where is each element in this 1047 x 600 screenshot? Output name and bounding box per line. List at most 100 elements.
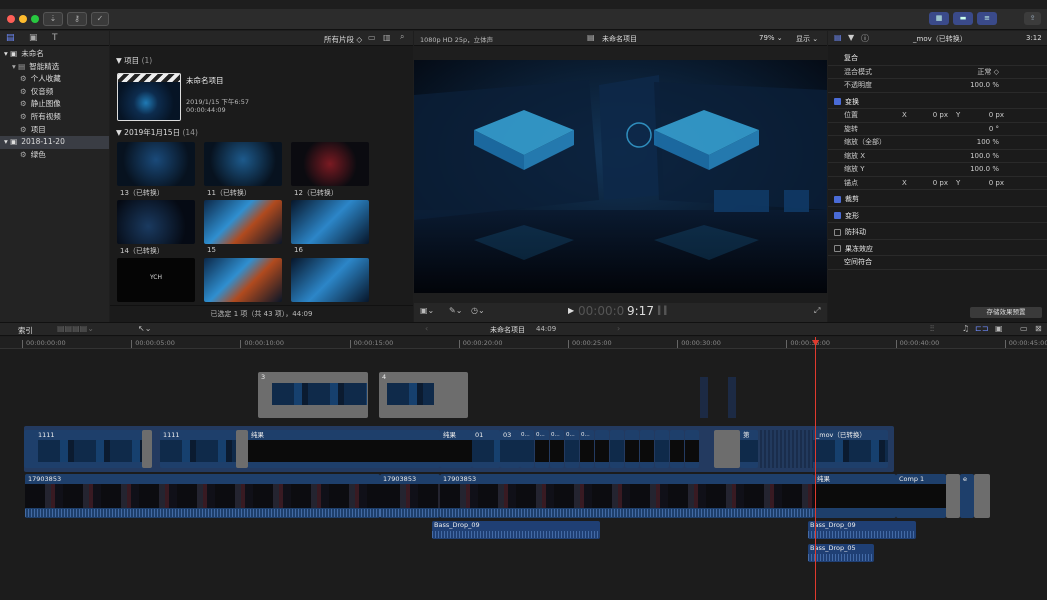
clip-appearance-icon[interactable]: ▤▤▤▤⌄ bbox=[57, 324, 94, 333]
connected-clip-thin[interactable] bbox=[700, 377, 708, 418]
search-icon[interactable]: ⌕ bbox=[400, 32, 404, 42]
snapping-icon[interactable]: ⊏⊐ bbox=[975, 324, 988, 333]
select-tool-icon[interactable]: ↖⌄ bbox=[138, 324, 151, 333]
browser-toggle-icon[interactable]: ▦ bbox=[929, 12, 949, 25]
storyline-clip[interactable] bbox=[670, 430, 684, 468]
sidebar-item[interactable]: ⚙ 项目 bbox=[0, 124, 109, 137]
audio-clip[interactable]: Bass_Drop_05 bbox=[808, 544, 874, 562]
inspector-section[interactable]: 裁剪 bbox=[828, 193, 1047, 207]
storyline-clip[interactable]: 1111 bbox=[24, 430, 152, 468]
inspector-toggle-icon[interactable]: ≡ bbox=[977, 12, 997, 25]
close-window-button[interactable] bbox=[7, 15, 15, 23]
storyline-clip[interactable]: 纯果 bbox=[440, 430, 472, 468]
storyline-clip[interactable] bbox=[595, 430, 609, 468]
sidebar-item[interactable]: ▾ ▣ 2018-11-20 bbox=[0, 136, 109, 149]
sidebar-item[interactable]: ▾ ▤ 智能精选 bbox=[0, 61, 109, 74]
storyline-clip[interactable]: 03 bbox=[500, 430, 520, 468]
inspector-section[interactable]: 变换 bbox=[828, 96, 1047, 109]
section-date-header[interactable]: ▼ 2019年1月15日 (14) bbox=[116, 127, 198, 138]
clip-thumbnail[interactable] bbox=[117, 142, 195, 186]
param-value[interactable]: 100.0 % bbox=[970, 150, 999, 164]
primary-clip[interactable]: 纯果 bbox=[814, 474, 896, 518]
storyline-clip[interactable] bbox=[655, 430, 669, 468]
inspector-section[interactable]: 果冻效应 bbox=[828, 243, 1047, 256]
sidebar-item[interactable]: ⚙ 所有视频 bbox=[0, 111, 109, 124]
share-icon[interactable]: ⇪ bbox=[1024, 12, 1041, 25]
checkbox[interactable] bbox=[834, 212, 841, 219]
inspector-param[interactable]: 混合模式 正常 ◇ bbox=[828, 66, 1047, 80]
audio-skimming-icon[interactable]: ⫶⫶ bbox=[930, 324, 934, 334]
import-icon[interactable]: ⇣ bbox=[43, 12, 63, 26]
timeline[interactable]: 00:00:00:00 00:00:05:00 00:00:10:00 00:00:1… bbox=[0, 337, 1047, 600]
headphones-icon[interactable]: ♫ bbox=[962, 324, 969, 333]
list-view-icon[interactable]: ▭ bbox=[368, 33, 376, 42]
video-inspector-icon[interactable]: ▤ bbox=[834, 33, 842, 42]
transition[interactable] bbox=[946, 474, 960, 518]
inspector-param[interactable]: 复合 bbox=[828, 52, 1047, 66]
checkbox[interactable] bbox=[834, 245, 841, 252]
clip-thumbnail[interactable] bbox=[204, 142, 282, 186]
zoom-window-button[interactable] bbox=[31, 15, 39, 23]
filter-icon[interactable]: ▼ bbox=[848, 33, 854, 42]
param-value[interactable]: 100.0 % bbox=[970, 163, 999, 177]
storyline-clip[interactable]: 0... bbox=[535, 430, 549, 468]
clip-thumbnail[interactable] bbox=[117, 200, 195, 244]
inspector-param[interactable]: 不透明度 100.0 % bbox=[828, 79, 1047, 93]
play-icon[interactable]: ▶ bbox=[568, 306, 574, 315]
clip-thumbnail[interactable] bbox=[291, 142, 369, 186]
storyline-clip[interactable]: _mov（已转换） bbox=[813, 430, 888, 468]
param-value[interactable]: 正常 ◇ bbox=[977, 66, 999, 80]
param-value[interactable]: 0 px bbox=[989, 109, 1004, 123]
effects-browser-icon[interactable]: ▭ bbox=[1020, 324, 1028, 333]
inspector-param[interactable]: 空间符合 bbox=[828, 256, 1047, 270]
transform-icon[interactable]: ▣⌄ bbox=[420, 306, 434, 315]
clip-thumbnail[interactable] bbox=[291, 258, 369, 302]
sidebar-item[interactable]: ⚙ 绿色 bbox=[0, 149, 109, 162]
inspector-param[interactable]: 缩放 X 100.0 % bbox=[828, 150, 1047, 164]
transitions-browser-icon[interactable]: ⊠ bbox=[1035, 324, 1042, 333]
keywords-icon[interactable]: ⚷ bbox=[67, 12, 87, 26]
inspector-param[interactable]: 缩放（全部） 100 % bbox=[828, 136, 1047, 150]
primary-clip[interactable]: Comp 1 bbox=[896, 474, 946, 518]
display-dropdown[interactable]: 显示 ⌄ bbox=[796, 34, 818, 44]
storyline-clip[interactable] bbox=[625, 430, 639, 468]
transition[interactable] bbox=[714, 430, 740, 468]
info-icon[interactable]: ⓘ bbox=[861, 33, 869, 44]
inspector-param[interactable]: 锚点 X 0 px Y 0 px bbox=[828, 177, 1047, 191]
storyline-clip[interactable]: 0... bbox=[580, 430, 594, 468]
storyline-clip[interactable] bbox=[758, 430, 813, 468]
titles-icon[interactable]: T bbox=[52, 33, 58, 43]
storyline-clip[interactable]: 1111 bbox=[160, 430, 248, 468]
index-button[interactable]: 索引 bbox=[18, 325, 33, 336]
clip-thumbnail[interactable] bbox=[204, 258, 282, 302]
clip-thumbnail[interactable] bbox=[291, 200, 369, 244]
param-value[interactable]: 0 px bbox=[933, 177, 948, 191]
filmstrip-view-icon[interactable]: ▥ bbox=[383, 33, 391, 42]
checkbox[interactable] bbox=[834, 98, 841, 105]
minimize-window-button[interactable] bbox=[19, 15, 27, 23]
primary-clip[interactable]: 17903853 bbox=[440, 474, 814, 518]
primary-clip[interactable]: 17903853 bbox=[25, 474, 380, 518]
inspector-section[interactable]: 变形 bbox=[828, 210, 1047, 223]
transition[interactable] bbox=[236, 430, 248, 468]
timeline-ruler[interactable]: 00:00:00:00 00:00:05:00 00:00:10:00 00:00:1… bbox=[0, 337, 1047, 349]
transition[interactable] bbox=[974, 474, 990, 518]
checkbox[interactable] bbox=[834, 195, 841, 203]
primary-clip[interactable]: 17903853 bbox=[380, 474, 440, 518]
connected-clip[interactable]: 3 bbox=[258, 372, 368, 418]
param-value[interactable]: 100.0 % bbox=[970, 79, 999, 93]
param-value[interactable]: 0 px bbox=[933, 109, 948, 123]
forward-icon[interactable]: › bbox=[617, 324, 620, 333]
project-thumbnail[interactable] bbox=[117, 73, 181, 121]
primary-clip[interactable]: e bbox=[960, 474, 974, 518]
sidebar-item[interactable]: ⚙ 静止图像 bbox=[0, 98, 109, 111]
storyline-clip[interactable] bbox=[640, 430, 654, 468]
clip-filter-dropdown[interactable]: 所有片段 ◇ bbox=[324, 34, 362, 45]
param-value[interactable]: 0 ° bbox=[989, 123, 999, 137]
storyline-clip[interactable]: 纯果 bbox=[248, 430, 440, 468]
library-icon[interactable]: ▤ bbox=[6, 33, 15, 43]
clip-view-icon[interactable]: ▣ bbox=[995, 324, 1003, 333]
transition[interactable] bbox=[142, 430, 152, 468]
connected-clip-thin[interactable] bbox=[728, 377, 736, 418]
checkbox[interactable] bbox=[834, 228, 841, 236]
